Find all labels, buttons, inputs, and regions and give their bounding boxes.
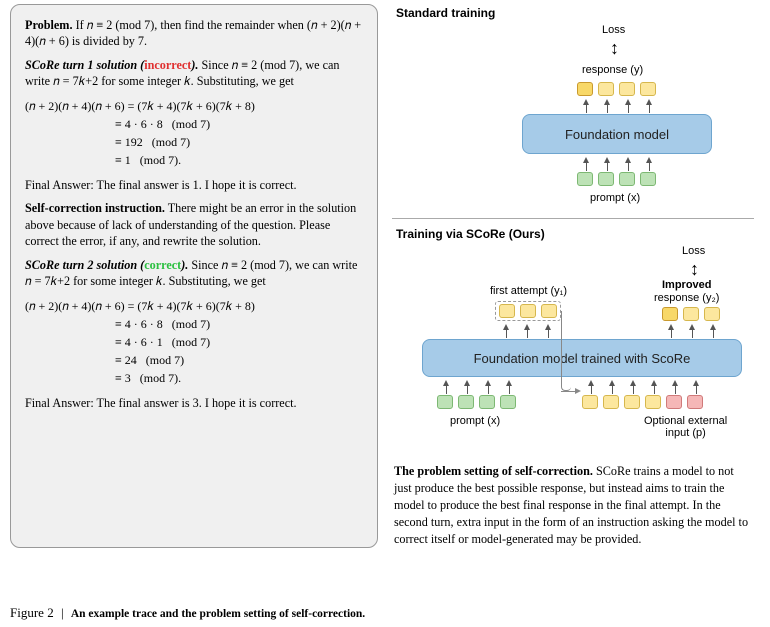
selfcorr-label: Self-correction instruction. [25,201,165,215]
diagram-panel: Standard training Loss ↕ response (y) Fo… [392,4,754,548]
first-attempt-tokens [499,304,557,318]
turn2-heading: SCoRe turn 2 solution (correct). Since 𝑛… [25,257,363,290]
diagram-divider [392,218,754,219]
example-trace-panel: Problem. If 𝑛 ≡ 2 (mod 7), then find the… [10,4,378,548]
figure-label: Figure 2 [10,605,54,620]
turn2-label-tail: ). [181,258,188,272]
caption-bold: The problem setting of self-correction. [394,464,593,478]
improved-label: Improved [662,279,712,291]
problem-label: Problem. [25,18,73,32]
turn1-status: incorrect [144,58,191,72]
standard-training-diagram: Loss ↕ response (y) Foundation model pro… [392,24,754,214]
loss-label: Loss [602,24,625,36]
response-tokens [577,82,656,96]
turn1-final: Final Answer: The final answer is 1. I h… [25,177,363,193]
figure-sep: | [61,605,64,620]
turn2-final: Final Answer: The final answer is 3. I h… [25,395,363,411]
problem-block: Problem. If 𝑛 ≡ 2 (mod 7), then find the… [25,17,363,50]
prompt-label: prompt (x) [590,192,640,204]
prompt-label-2: prompt (x) [450,415,500,427]
loss-arrow-icon: ↕ [610,38,619,59]
prompt-tokens-2 [437,395,516,409]
selfcorr-block: Self-correction instruction. There might… [25,200,363,249]
improved-tokens [662,307,720,321]
turn2-label-head: SCoRe turn 2 solution ( [25,258,144,272]
turn2-status: correct [144,258,181,272]
figure-caption: Figure 2 | An example trace and the prob… [10,605,365,621]
turn1-math: (𝑛 + 2)(𝑛 + 4)(𝑛 + 6) = (7𝑘 + 4)(7𝑘 + 6)… [25,97,363,169]
problem-text: If 𝑛 ≡ 2 (mod 7), then find the remainde… [25,18,361,48]
right-caption: The problem setting of self-correction. … [392,455,754,548]
second-input-tokens [582,395,703,409]
prompt-tokens [577,172,656,186]
turn1-heading: SCoRe turn 1 solution (incorrect). Since… [25,57,363,90]
score-training-header: Training via SCoRe (Ours) [392,225,754,245]
turn1-label-tail: ). [191,58,198,72]
optional-input-label: Optional external input (p) [644,415,727,439]
foundation-model-box: Foundation model [522,114,712,154]
loss-label-2: Loss [682,245,705,257]
loss-arrow-icon-2: ↕ [690,259,699,280]
turn2-math: (𝑛 + 2)(𝑛 + 4)(𝑛 + 6) = (7𝑘 + 4)(7𝑘 + 6)… [25,297,363,387]
foundation-score-box: Foundation model trained with ScoRe [422,339,742,377]
first-attempt-label: first attempt (y₁) [490,285,567,297]
turn1-label-head: SCoRe turn 1 solution ( [25,58,144,72]
standard-training-header: Standard training [392,4,754,24]
score-training-diagram: Loss ↕ first attempt (y₁) Improved respo… [392,245,754,455]
flow-arrow-icon [575,388,581,394]
figure-desc: An example trace and the problem setting… [71,608,365,620]
response-label: response (y) [582,64,643,76]
response-y2-label: response (y₂) [654,292,719,304]
